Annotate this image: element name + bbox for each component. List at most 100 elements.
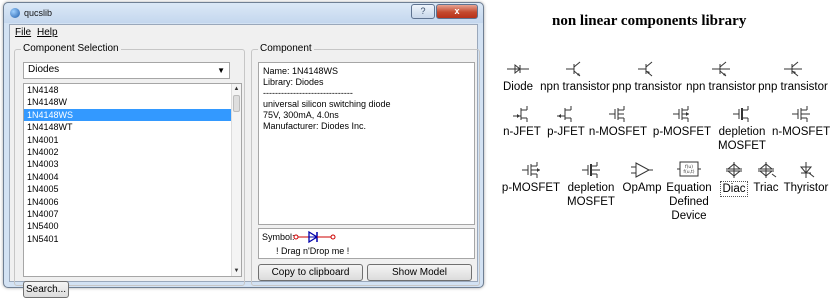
- symbol-area[interactable]: Symbol: ! Drag n'Drop me !: [258, 228, 475, 259]
- menu-help[interactable]: Help: [37, 27, 58, 38]
- depletion-mosfet-icon: [582, 162, 600, 178]
- component-diac[interactable]: Diac: [718, 162, 750, 197]
- component-label: n-JFET: [503, 126, 541, 138]
- component-label: depletion MOSFET: [718, 126, 766, 152]
- scroll-thumb[interactable]: [233, 95, 240, 112]
- diode-symbol-icon[interactable]: [293, 230, 337, 244]
- list-item[interactable]: 1N4148: [24, 84, 232, 96]
- show-model-button[interactable]: Show Model: [367, 264, 472, 281]
- info-line-library: Library: Diodes: [263, 77, 324, 87]
- eqn-icon-text-2: f(u,t): [683, 169, 694, 175]
- list-item[interactable]: 1N4005: [24, 183, 232, 195]
- p-jfet-icon: [557, 106, 572, 122]
- list-scrollbar[interactable]: ▲ ▼: [231, 84, 241, 276]
- search-button[interactable]: Search...: [23, 281, 69, 298]
- list-item[interactable]: 1N4002: [24, 146, 232, 158]
- info-line-manufacturer: Manufacturer: Diodes Inc.: [263, 121, 367, 131]
- qucslib-window: qucslib ? x File Help Component Selectio…: [3, 2, 484, 298]
- component-label: p-JFET: [547, 126, 585, 138]
- component-label: depletion MOSFET: [567, 182, 615, 208]
- component-opamp[interactable]: OpAmp: [620, 162, 664, 195]
- component-label: n-MOSFET: [772, 126, 831, 138]
- component-label: Diode: [502, 81, 534, 93]
- close-button[interactable]: x: [436, 4, 478, 19]
- scroll-up-arrow-icon[interactable]: ▲: [232, 84, 241, 94]
- component-triac[interactable]: Triac: [750, 162, 782, 195]
- list-item[interactable]: 1N4148W: [24, 96, 232, 108]
- menu-file-label: File: [15, 27, 32, 38]
- library-panel-title: non linear components library: [552, 13, 747, 29]
- opamp-icon: [631, 162, 653, 178]
- title-bar[interactable]: qucslib ? x: [4, 3, 483, 23]
- component-list[interactable]: 1N4148 1N4148W 1N4148WS 1N4148WT 1N4001 1N400…: [23, 83, 242, 277]
- p-mosfet-icon: [673, 106, 689, 122]
- component-label: pnp transistor: [758, 81, 828, 93]
- n-mosfet-icon: [609, 106, 625, 122]
- component-label: Equation Defined Device: [666, 182, 712, 222]
- component-depletion-mosfet[interactable]: depletion MOSFET: [714, 106, 770, 153]
- drag-drop-hint: ! Drag n'Drop me !: [276, 246, 350, 256]
- component-depletion-mosfet-2[interactable]: depletion MOSFET: [562, 162, 620, 209]
- menu-help-label: Help: [37, 27, 58, 38]
- component-label: npn transistor: [540, 81, 610, 93]
- window-client-area: File Help Component Selection Diodes ▼ 1…: [9, 24, 480, 298]
- component-n-jfet[interactable]: n-JFET: [500, 106, 544, 139]
- list-item[interactable]: 1N4003: [24, 158, 232, 170]
- component-pnp-transistor-2[interactable]: pnp transistor: [758, 61, 828, 94]
- list-item[interactable]: 1N4148WT: [24, 121, 232, 133]
- equation-defined-device-icon: f(u) f(u,t): [677, 161, 701, 177]
- scroll-down-arrow-icon[interactable]: ▼: [232, 266, 241, 276]
- component-n-mosfet[interactable]: n-MOSFET: [588, 106, 648, 139]
- component-label: Triac: [753, 182, 779, 194]
- component-pnp-transistor[interactable]: pnp transistor: [612, 61, 682, 94]
- component-p-jfet[interactable]: p-JFET: [544, 106, 588, 139]
- n-mosfet-icon: [792, 106, 810, 122]
- list-item[interactable]: 1N5401: [24, 233, 232, 245]
- info-line-description: universal silicon switching diode: [263, 99, 391, 109]
- npn-transistor-icon: [712, 61, 730, 77]
- component-p-mosfet[interactable]: p-MOSFET: [652, 106, 712, 139]
- help-button[interactable]: ?: [411, 4, 435, 19]
- component-label: OpAmp: [622, 182, 662, 194]
- triac-icon: [758, 162, 777, 178]
- library-combo-value: Diodes: [28, 64, 60, 75]
- component-diode[interactable]: Diode: [498, 61, 538, 94]
- thyristor-icon: [799, 162, 815, 178]
- list-item[interactable]: 1N4006: [24, 196, 232, 208]
- component-label: Diac: [720, 181, 748, 197]
- menu-file[interactable]: File: [15, 27, 31, 38]
- p-mosfet-icon: [522, 162, 540, 178]
- qucs-app-icon: [10, 8, 20, 18]
- component-label: p-MOSFET: [652, 126, 712, 138]
- component-label: pnp transistor: [612, 81, 682, 93]
- list-item[interactable]: 1N4004: [24, 171, 232, 183]
- component-selection-title: Component Selection: [21, 43, 121, 55]
- component-npn-transistor-2[interactable]: npn transistor: [686, 61, 756, 94]
- list-item[interactable]: 1N4007: [24, 208, 232, 220]
- component-p-mosfet-2[interactable]: p-MOSFET: [500, 162, 562, 195]
- symbol-label: Symbol:: [262, 232, 295, 242]
- component-group-title: Component: [258, 43, 314, 55]
- diode-icon: [507, 63, 529, 75]
- copy-to-clipboard-button[interactable]: Copy to clipboard: [258, 264, 363, 281]
- component-equation-defined-device[interactable]: f(u) f(u,t) Equation Defined Device: [664, 160, 714, 223]
- component-label: npn transistor: [686, 81, 756, 93]
- component-thyristor[interactable]: Thyristor: [782, 162, 830, 195]
- window-title: qucslib: [24, 8, 53, 18]
- component-npn-transistor[interactable]: npn transistor: [540, 61, 610, 94]
- info-line-separator: ------------------------------: [263, 88, 353, 98]
- info-line-ratings: 75V, 300mA, 4.0ns: [263, 110, 339, 120]
- chevron-down-icon: ▼: [217, 66, 225, 75]
- component-group: Component Name: 1N4148WS Library: Diodes…: [251, 43, 480, 286]
- list-item[interactable]: 1N4001: [24, 134, 232, 146]
- component-label: n-MOSFET: [588, 126, 648, 138]
- list-item[interactable]: 1N4148WS: [24, 108, 232, 122]
- depletion-mosfet-icon: [733, 106, 749, 122]
- list-item[interactable]: 1N5400: [24, 220, 232, 232]
- component-label: p-MOSFET: [501, 182, 561, 194]
- component-selection-group: Component Selection Diodes ▼ 1N4148 1N414…: [14, 43, 245, 298]
- component-n-mosfet-2[interactable]: n-MOSFET: [772, 106, 830, 139]
- library-combo[interactable]: Diodes ▼: [23, 62, 230, 79]
- diac-icon: [726, 162, 742, 178]
- info-line-name: Name: 1N4148WS: [263, 66, 339, 76]
